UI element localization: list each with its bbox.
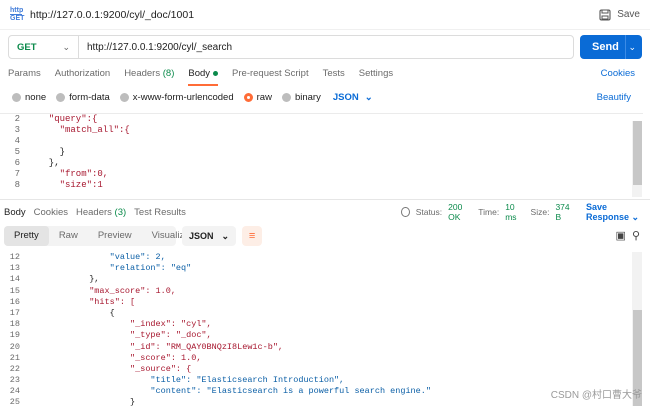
beautify-link[interactable]: Beautify — [597, 92, 631, 103]
code-line: 12 "value": 2, — [9, 252, 166, 262]
view-mode-segment: Pretty Raw Preview Visualize — [4, 226, 189, 246]
body-option-urlencoded[interactable]: x-www-form-urlencoded — [119, 92, 234, 103]
code-line: 25 } — [9, 397, 136, 406]
tab-headers[interactable]: Headers (8) — [124, 64, 174, 84]
copy-icon[interactable]: ▣ — [616, 229, 626, 242]
code-line: 18 "_index": "cyl", — [9, 319, 212, 330]
response-format-select[interactable]: JSON ⌄ — [182, 226, 237, 246]
code-line: 15 "max_score": 1.0, — [9, 285, 176, 296]
code-line: 4 — [14, 136, 20, 146]
send-button[interactable]: Send ⌄ — [580, 35, 642, 59]
radio-icon — [56, 92, 66, 102]
response-body[interactable]: 12 "value": 2, 13 "relation": "eq" 14 },… — [0, 252, 643, 406]
code-line: 19 "_type": "_doc", — [9, 330, 212, 341]
request-row: GET ⌄ http://127.0.0.1:9200/cyl/_search … — [8, 35, 642, 59]
watermark: CSDN @村口曹大爷 — [550, 390, 642, 401]
body-type-options: none form-data x-www-form-urlencoded raw… — [0, 88, 650, 106]
code-line: 21 "_score": 1.0, — [9, 352, 202, 363]
size-value: 374 B — [555, 202, 570, 222]
chevron-down-icon: ⌄ — [364, 91, 373, 103]
code-line: 17 { — [9, 307, 115, 318]
search-icon[interactable]: ⚲ — [632, 229, 640, 242]
cookies-link[interactable]: Cookies — [601, 64, 635, 84]
chevron-down-icon: ⌄ — [221, 230, 230, 241]
body-option-none[interactable]: none — [12, 92, 46, 103]
status-value: 200 OK — [448, 202, 463, 222]
tab-body[interactable]: Body — [188, 64, 219, 86]
chevron-down-icon: ⌄ — [62, 41, 70, 52]
code-line: 6 }, — [14, 158, 60, 168]
body-option-raw[interactable]: raw — [243, 92, 272, 103]
body-format-select[interactable]: JSON ⌄ — [333, 92, 373, 103]
response-scrollbar[interactable] — [632, 252, 642, 406]
tab-pre-request-script[interactable]: Pre-request Script — [232, 64, 309, 84]
code-line: 14 }, — [9, 274, 100, 285]
send-label: Send — [592, 41, 619, 53]
save-button[interactable]: Save — [599, 8, 640, 21]
code-line: 23 "title": "Elasticsearch Introduction"… — [9, 375, 345, 386]
method-select[interactable]: GET ⌄ — [9, 36, 79, 58]
chevron-down-icon[interactable]: ⌄ — [628, 42, 636, 53]
code-line: 24 "content": "Elasticsearch is a powerf… — [9, 386, 431, 397]
body-option-form-data[interactable]: form-data — [56, 92, 110, 103]
response-headers-count: (3) — [114, 206, 127, 218]
response-actions: ▣ ⚲ — [616, 229, 640, 242]
request-title-bar: http GET http://127.0.0.1:9200/cyl/_doc/1… — [0, 0, 650, 30]
method-value: GET — [17, 41, 37, 53]
tab-tests[interactable]: Tests — [323, 64, 345, 84]
view-preview[interactable]: Preview — [88, 226, 142, 246]
save-icon — [599, 8, 611, 21]
request-tabs: Params Authorization Headers (8) Body Pr… — [0, 64, 650, 86]
tab-params[interactable]: Params — [8, 64, 41, 84]
code-line: 2 "query":{ — [14, 114, 98, 124]
tab-response-headers[interactable]: Headers (3) — [76, 207, 126, 218]
body-option-binary[interactable]: binary — [281, 92, 321, 103]
size-label: Size: — [530, 207, 550, 217]
code-line: 16 "hits": [ — [9, 296, 136, 307]
code-line: 3 "match_all":{ — [14, 125, 130, 135]
response-view-toolbar: Pretty Raw Preview Visualize JSON ⌄ ≡ ▣ ⚲ — [4, 226, 646, 246]
code-line: 13 "relation": "eq" — [9, 263, 192, 274]
http-request-icon: http GET — [10, 7, 25, 22]
scrollbar-thumb[interactable] — [633, 121, 642, 185]
editor-scrollbar[interactable] — [632, 121, 642, 197]
wrap-lines-icon[interactable]: ≡ — [242, 226, 263, 246]
view-pretty[interactable]: Pretty — [4, 226, 49, 246]
code-line: 5 } — [14, 147, 66, 157]
url-box: GET ⌄ http://127.0.0.1:9200/cyl/_search — [8, 35, 574, 59]
request-body-editor[interactable]: 2 "query":{ 3 "match_all":{ 4 5 } 6 }, 7… — [0, 113, 643, 199]
send-divider — [625, 35, 627, 59]
code-line: 7 "from":0, — [14, 169, 109, 179]
code-line: 8 "size":1 — [14, 180, 103, 190]
radio-selected-icon — [243, 92, 253, 102]
tab-response-cookies[interactable]: Cookies — [34, 207, 68, 218]
url-input[interactable]: http://127.0.0.1:9200/cyl/_search — [79, 42, 232, 53]
request-title[interactable]: http://127.0.0.1:9200/cyl/_doc/1001 — [30, 9, 194, 21]
status-label: Status: — [415, 207, 443, 217]
radio-icon — [119, 92, 129, 102]
code-line: 20 "_id": "RM_QAY0BNQzI8Lew1c-b", — [9, 341, 284, 352]
save-response-button[interactable]: Save Response ⌄ — [586, 202, 650, 223]
radio-icon — [281, 92, 291, 102]
save-label: Save — [617, 9, 640, 20]
tab-test-results[interactable]: Test Results — [134, 207, 186, 218]
modified-dot-icon — [213, 70, 219, 76]
radio-icon — [12, 92, 21, 102]
globe-icon[interactable] — [401, 207, 410, 217]
tab-response-body[interactable]: Body — [4, 207, 26, 218]
tab-authorization[interactable]: Authorization — [55, 64, 110, 84]
time-label: Time: — [478, 207, 500, 217]
response-status: Status: 200 OK Time: 10 ms Size: 374 B Save… — [401, 202, 650, 223]
tab-settings[interactable]: Settings — [359, 64, 393, 84]
pane-divider[interactable] — [0, 199, 650, 200]
time-value: 10 ms — [505, 202, 517, 222]
headers-count: (8) — [162, 68, 175, 79]
view-raw[interactable]: Raw — [49, 226, 88, 246]
code-line: 22 "_source": { — [9, 363, 192, 374]
